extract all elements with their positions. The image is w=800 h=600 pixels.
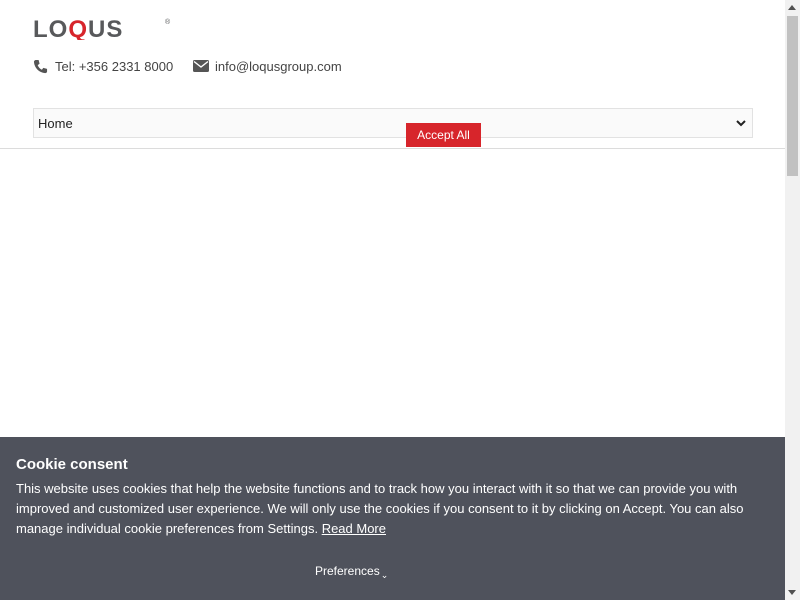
scroll-up-arrow-icon[interactable] bbox=[788, 5, 796, 10]
cookie-consent-banner: Cookie consent This website uses cookies… bbox=[0, 437, 785, 600]
read-more-link[interactable]: Read More bbox=[322, 521, 386, 536]
navigation-select[interactable]: Home bbox=[33, 108, 753, 138]
cookie-consent-title: Cookie consent bbox=[16, 456, 128, 473]
loqus-logo[interactable]: LOQUS ® bbox=[33, 16, 173, 40]
site-header: LOQUS ® Tel: +356 2331 8000 info@loqusgr… bbox=[0, 0, 785, 149]
accept-all-button[interactable]: Accept All bbox=[406, 123, 481, 147]
preferences-label: Preferences bbox=[315, 564, 380, 578]
envelope-icon bbox=[193, 60, 209, 72]
svg-text:®: ® bbox=[165, 18, 171, 26]
caret-down-icon: ⌄ bbox=[380, 570, 389, 580]
contact-email[interactable]: info@loqusgroup.com bbox=[193, 57, 342, 75]
phone-icon bbox=[33, 59, 48, 73]
chevron-down-icon bbox=[736, 120, 746, 127]
phone-text: Tel: +356 2331 8000 bbox=[55, 58, 174, 74]
vertical-scrollbar[interactable] bbox=[785, 0, 800, 600]
contact-phone[interactable]: Tel: +356 2331 8000 bbox=[33, 57, 173, 75]
scroll-down-arrow-icon[interactable] bbox=[788, 590, 796, 595]
page: LOQUS ® Tel: +356 2331 8000 info@loqusgr… bbox=[0, 0, 785, 600]
email-text: info@loqusgroup.com bbox=[215, 58, 342, 74]
cookie-consent-text: This website uses cookies that help the … bbox=[16, 479, 766, 539]
navigation-select-value: Home bbox=[38, 116, 73, 131]
svg-text:LOQUS: LOQUS bbox=[33, 16, 123, 40]
preferences-button[interactable]: Preferences⌄ bbox=[315, 564, 389, 580]
scrollbar-thumb[interactable] bbox=[787, 16, 798, 176]
